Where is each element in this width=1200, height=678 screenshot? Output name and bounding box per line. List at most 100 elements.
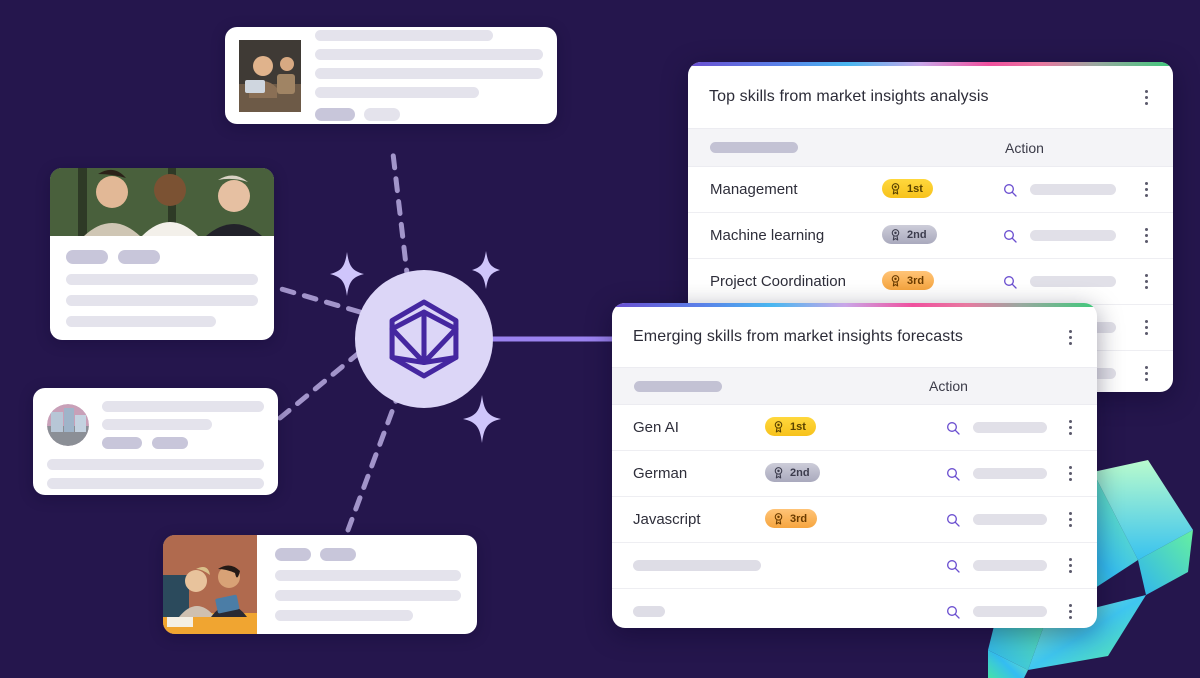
rank-badge-cell: 2nd — [882, 225, 1002, 246]
placeholder-line — [275, 610, 413, 621]
placeholder-chip — [152, 437, 188, 449]
kebab-menu-icon[interactable] — [1140, 268, 1153, 295]
illustration-canvas: Top skills from market insights analysis… — [0, 0, 1200, 678]
panel-title: Top skills from market insights analysis — [709, 88, 989, 105]
placeholder-line — [315, 30, 493, 41]
medal-icon — [891, 183, 900, 195]
placeholder-line — [102, 401, 264, 412]
skill-name: Javascript — [633, 511, 701, 528]
action-placeholder-bar — [973, 514, 1047, 525]
content-card-bottom[interactable] — [163, 535, 477, 634]
status-badge: 3rd — [765, 509, 818, 528]
placeholder-line — [66, 295, 258, 306]
rank-label: 1st — [907, 182, 923, 195]
search-icon[interactable] — [1002, 274, 1018, 290]
content-card-avatar[interactable] — [33, 388, 278, 495]
rank-label: 3rd — [790, 512, 808, 525]
rank-badge-cell: 1st — [765, 417, 945, 438]
action-placeholder-bar — [1030, 276, 1116, 287]
skill-name: Project Coordination — [710, 273, 846, 290]
action-cell[interactable] — [945, 466, 1064, 482]
action-cell[interactable] — [945, 604, 1064, 620]
search-icon[interactable] — [945, 466, 961, 482]
kebab-menu-icon[interactable] — [1140, 222, 1153, 249]
rank-badge-cell: 2nd — [765, 463, 945, 484]
status-badge: 1st — [882, 179, 933, 198]
placeholder-chips — [315, 108, 543, 121]
placeholder-line — [66, 316, 216, 327]
table-row[interactable]: Javascript 3rd — [612, 497, 1097, 543]
placeholder-line — [315, 49, 543, 60]
content-card-top[interactable] — [225, 27, 557, 124]
sparkle-icon — [472, 251, 500, 289]
table-row[interactable]: Project Coordination 3rd — [688, 259, 1173, 305]
kebab-menu-icon[interactable] — [1064, 324, 1077, 351]
placeholder-chip — [320, 548, 356, 561]
search-icon[interactable] — [945, 604, 961, 620]
search-icon[interactable] — [945, 420, 961, 436]
kebab-menu-icon[interactable] — [1064, 460, 1077, 487]
content-card-photo[interactable] — [50, 168, 274, 340]
sparkle-icon — [330, 252, 364, 296]
table-row[interactable] — [612, 543, 1097, 589]
connector-to-card-top — [389, 142, 411, 285]
action-cell[interactable] — [1002, 228, 1140, 244]
rank-label: 2nd — [907, 228, 927, 241]
rank-label: 2nd — [790, 466, 810, 479]
medal-icon — [774, 467, 783, 479]
kebab-menu-icon[interactable] — [1064, 414, 1077, 441]
search-icon[interactable] — [1002, 228, 1018, 244]
search-icon[interactable] — [945, 558, 961, 574]
placeholder-line — [47, 478, 264, 489]
search-icon[interactable] — [945, 512, 961, 528]
medal-icon — [774, 421, 783, 433]
panel-rows: Gen AI 1st German 2nd Javascript 3rd — [612, 405, 1097, 628]
placeholder-line — [47, 459, 264, 470]
action-placeholder-bar — [973, 422, 1047, 433]
action-cell[interactable] — [945, 420, 1064, 436]
action-cell[interactable] — [945, 558, 1064, 574]
search-icon[interactable] — [1002, 182, 1018, 198]
skill-name — [633, 560, 765, 571]
emerging-skills-panel[interactable]: Emerging skills from market insights for… — [612, 303, 1097, 628]
three-people-talking-photo — [50, 168, 274, 236]
action-placeholder-bar — [1030, 184, 1116, 195]
placeholder-line — [66, 274, 258, 285]
action-cell[interactable] — [1002, 274, 1140, 290]
placeholder-line — [102, 419, 213, 430]
placeholder-line — [275, 590, 461, 601]
kebab-menu-icon[interactable] — [1140, 314, 1153, 341]
table-row[interactable]: Gen AI 1st — [612, 405, 1097, 451]
table-row[interactable]: Machine learning 2nd — [688, 213, 1173, 259]
kebab-menu-icon[interactable] — [1140, 360, 1153, 387]
kebab-menu-icon[interactable] — [1140, 176, 1153, 203]
placeholder-chips — [102, 437, 264, 449]
placeholder-line — [315, 87, 480, 98]
kebab-menu-icon[interactable] — [1140, 84, 1153, 111]
placeholder-chip — [66, 250, 108, 264]
placeholder-chips — [66, 250, 258, 264]
kebab-menu-icon[interactable] — [1064, 598, 1077, 625]
rank-badge-cell: 3rd — [882, 271, 1002, 292]
kebab-menu-icon[interactable] — [1064, 552, 1077, 579]
placeholder-chips — [275, 548, 461, 561]
status-badge: 2nd — [882, 225, 937, 244]
skill-column-placeholder — [634, 380, 722, 392]
panel-header: Emerging skills from market insights for… — [612, 307, 1097, 367]
table-row[interactable] — [612, 589, 1097, 628]
skill-column-placeholder — [710, 142, 798, 153]
action-column-label: Action — [929, 378, 968, 394]
kebab-menu-icon[interactable] — [1064, 506, 1077, 533]
table-row[interactable]: German 2nd — [612, 451, 1097, 497]
action-cell[interactable] — [1002, 182, 1140, 198]
medal-icon — [891, 229, 900, 241]
placeholder-line — [315, 68, 543, 79]
action-cell[interactable] — [945, 512, 1064, 528]
action-placeholder-bar — [973, 560, 1047, 571]
placeholder-lines — [315, 30, 543, 121]
table-row[interactable]: Management 1st — [688, 167, 1173, 213]
rank-badge-cell: 1st — [882, 179, 1002, 200]
placeholder-chip — [102, 437, 142, 449]
rank-badge-cell: 3rd — [765, 509, 945, 530]
skill-name: Management — [710, 181, 798, 198]
